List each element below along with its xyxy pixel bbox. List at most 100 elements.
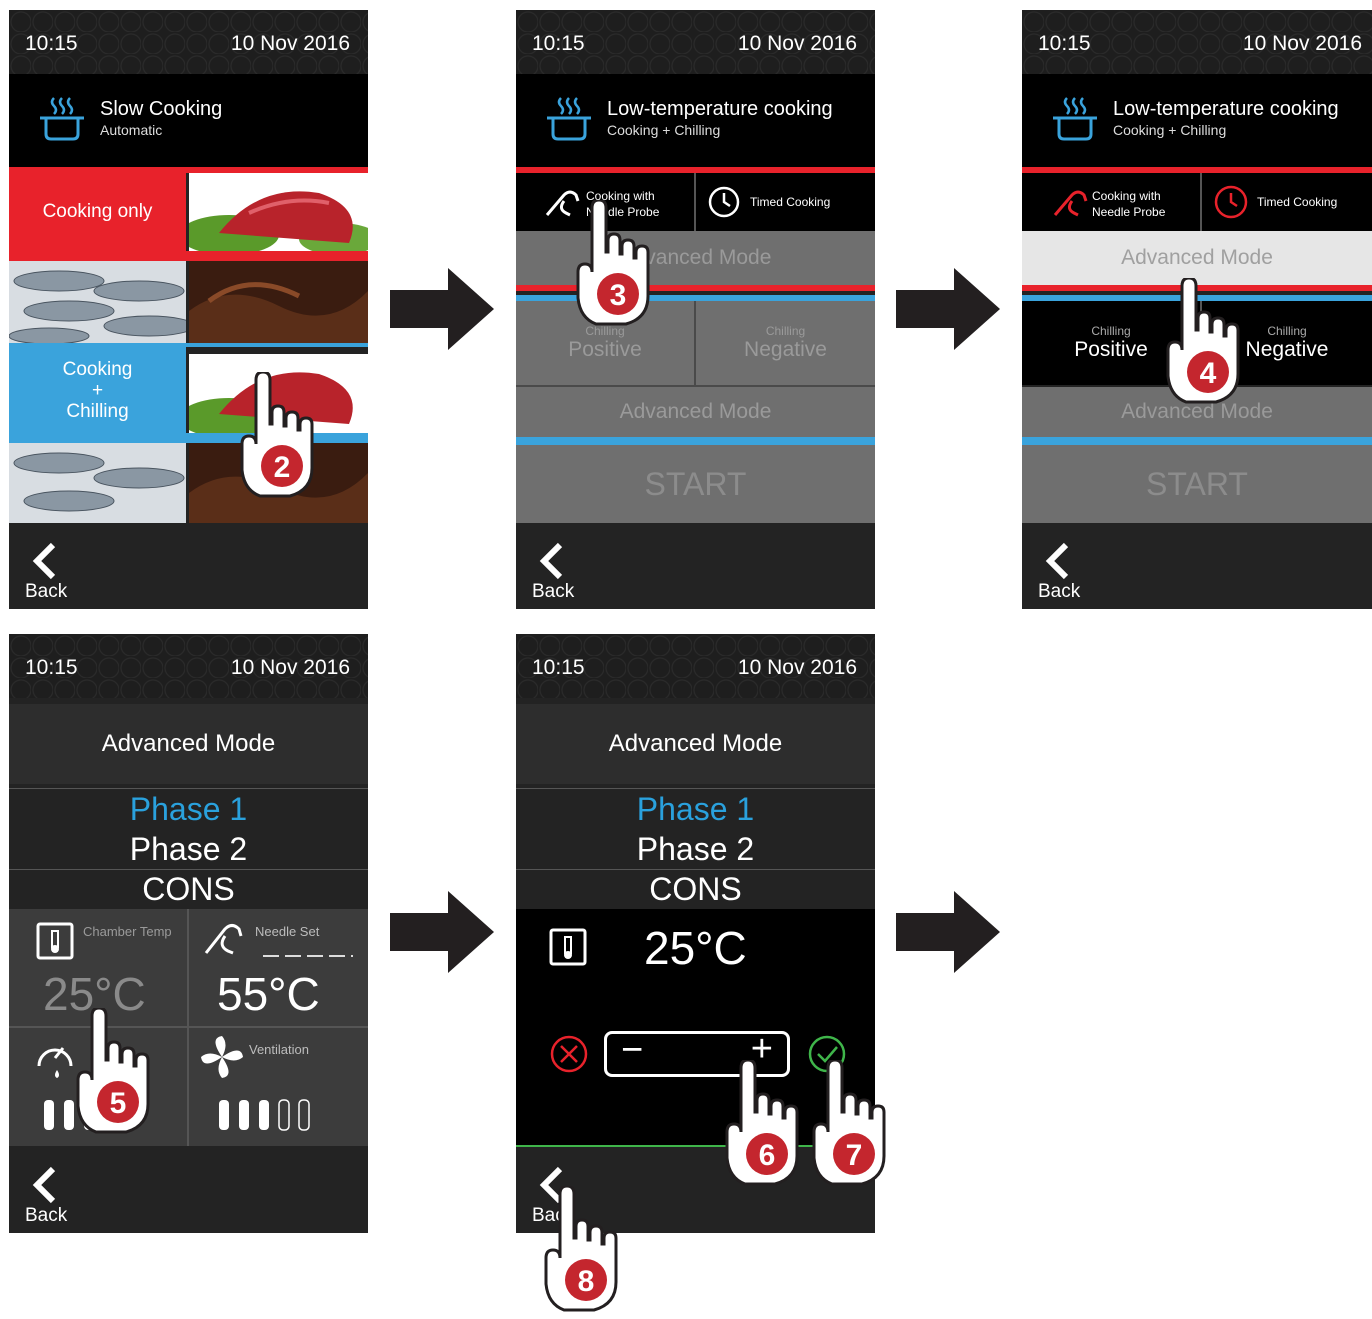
header: Slow Cooking Automatic	[9, 74, 368, 167]
tab-cons[interactable]: CONS	[9, 870, 368, 908]
chilling-label: Chilling	[66, 400, 129, 422]
step-number: 6	[759, 1139, 776, 1172]
tab-phase-2[interactable]: Phase 2	[9, 829, 368, 870]
fish-image-2[interactable]	[9, 443, 186, 524]
date: 10 Nov 2016	[230, 32, 350, 55]
page-title-text: Advanced Mode	[608, 730, 783, 757]
chilling-small-label: Chilling	[1091, 324, 1131, 338]
clock: 10:15	[1038, 32, 1091, 55]
back-chevron-icon[interactable]	[29, 541, 59, 581]
speed-gauge-icon	[37, 1047, 73, 1078]
needle-set-tile[interactable]: Needle Set 55°C	[189, 909, 368, 1026]
start-button[interactable]: START	[516, 445, 875, 523]
tab-phase-2[interactable]: Phase 2	[516, 829, 875, 870]
advanced-mode-top-button[interactable]: Advanced Mode	[1022, 231, 1372, 285]
clock: 10:15	[532, 656, 585, 679]
flow-arrow-icon	[896, 268, 1000, 350]
pointer-hand-step: 2	[238, 370, 316, 505]
clock: 10:15	[25, 656, 78, 679]
page-title: Advanced Mode	[9, 704, 368, 784]
screen-slow-cooking: 10:15 10 Nov 2016 Slow Cooking Automatic…	[9, 10, 368, 609]
hand-pointer-icon: 5	[76, 1006, 150, 1134]
chocolate-image[interactable]	[189, 261, 368, 343]
level-bar-empty	[298, 1099, 310, 1131]
advanced-mode-top-button[interactable]: Advanced Mode	[516, 231, 875, 285]
needle-set-value: 55°C	[217, 968, 320, 1020]
status-bar: 10:15 10 Nov 2016	[516, 634, 875, 698]
level-bar-filled	[44, 1100, 54, 1130]
thermometer-icon	[549, 928, 587, 966]
tab-cons[interactable]: CONS	[516, 870, 875, 908]
timed-cooking-button[interactable]: Timed Cooking	[696, 173, 875, 231]
cooking-only-button[interactable]: Cooking only	[9, 173, 186, 251]
pointer-hand-step: 3	[574, 198, 652, 333]
back-button[interactable]: Back	[25, 1205, 67, 1227]
hand-pointer-icon: 8	[544, 1184, 618, 1312]
fan-icon	[201, 1036, 243, 1078]
tab-phase-1[interactable]: Phase 1	[9, 788, 368, 830]
probe-label: Cooking with Needle Probe	[1092, 188, 1165, 220]
level-bars-graphic	[219, 1099, 310, 1131]
date: 10 Nov 2016	[1242, 32, 1362, 55]
temperature-value: 25°C	[644, 922, 747, 974]
needle-dash-line	[263, 955, 353, 957]
step-number: 2	[274, 451, 291, 484]
phase-2-label: Phase 2	[636, 830, 755, 867]
pointer-hand-step: 5	[74, 1006, 152, 1141]
pot-icon	[1053, 97, 1097, 141]
start-label: START	[1146, 465, 1248, 502]
timed-cooking-label: Timed Cooking	[750, 195, 831, 209]
status-bar: 10:15 10 Nov 2016	[1022, 10, 1372, 74]
step-number: 5	[110, 1087, 127, 1120]
header: Low-temperature cooking Cooking + Chilli…	[516, 74, 875, 167]
negative-chilling-button[interactable]: Chilling Negative	[696, 301, 875, 385]
date: 10 Nov 2016	[230, 656, 350, 679]
start-button[interactable]: START	[1022, 445, 1372, 523]
back-chevron-icon[interactable]	[536, 541, 566, 581]
blue-divider	[516, 437, 875, 445]
flow-arrow-icon	[896, 891, 1000, 973]
red-divider	[9, 251, 368, 261]
back-chevron-icon[interactable]	[1042, 541, 1072, 581]
probe-label-line1: Cooking with	[1092, 189, 1161, 203]
status-bar: 10:15 10 Nov 2016	[516, 10, 875, 74]
timed-cooking-button[interactable]: Timed Cooking	[1202, 173, 1372, 231]
flow-arrow-icon	[390, 268, 494, 350]
screen-title: Slow Cooking	[100, 98, 223, 120]
status-bar: 10:15 10 Nov 2016	[9, 634, 368, 698]
screen-subtitle: Cooking + Chilling	[1113, 122, 1227, 138]
back-button[interactable]: Back	[532, 581, 574, 603]
hand-pointer-icon: 6	[725, 1058, 799, 1186]
clock: 10:15	[25, 32, 78, 55]
blue-divider	[1022, 437, 1372, 445]
phase-1-label: Phase 1	[636, 790, 755, 827]
clock: 10:15	[532, 32, 585, 55]
screen-low-temp-cooking: 10:15 10 Nov 2016 Low-temperature cookin…	[516, 10, 875, 609]
fish-image[interactable]	[9, 261, 186, 343]
footer: Back	[516, 523, 875, 609]
probe-cooking-button[interactable]: Cooking with Needle Probe	[1022, 173, 1200, 231]
phase-2-label: Phase 2	[129, 830, 248, 867]
cooking-label: Cooking	[62, 358, 133, 380]
back-chevron-icon[interactable]	[29, 1165, 59, 1205]
back-button[interactable]: Back	[25, 581, 67, 603]
fish-picture	[9, 261, 186, 343]
advanced-mode-bottom-button[interactable]: Advanced Mode	[516, 387, 875, 437]
back-button[interactable]: Back	[1038, 581, 1080, 603]
negative-label: Negative	[744, 338, 827, 361]
cancel-icon[interactable]	[548, 1033, 590, 1075]
level-bar-filled	[219, 1100, 229, 1130]
hand-pointer-icon: 4	[1166, 276, 1240, 404]
chilling-small-label: Chilling	[765, 324, 806, 338]
chocolate-picture	[189, 261, 368, 343]
ventilation-tile[interactable]: Ventilation	[189, 1028, 368, 1146]
pointer-hand-step: 4	[1164, 276, 1242, 411]
cooking-chilling-button[interactable]: Cooking + Chilling	[9, 347, 186, 433]
tab-phase-1[interactable]: Phase 1	[516, 788, 875, 830]
hand-pointer-icon: 3	[576, 198, 650, 326]
page-title-text: Advanced Mode	[101, 730, 276, 757]
minus-button[interactable]: −	[621, 1029, 643, 1072]
fish-picture	[9, 443, 186, 524]
meat-image[interactable]	[189, 173, 368, 251]
positive-label: Positive	[568, 338, 642, 361]
